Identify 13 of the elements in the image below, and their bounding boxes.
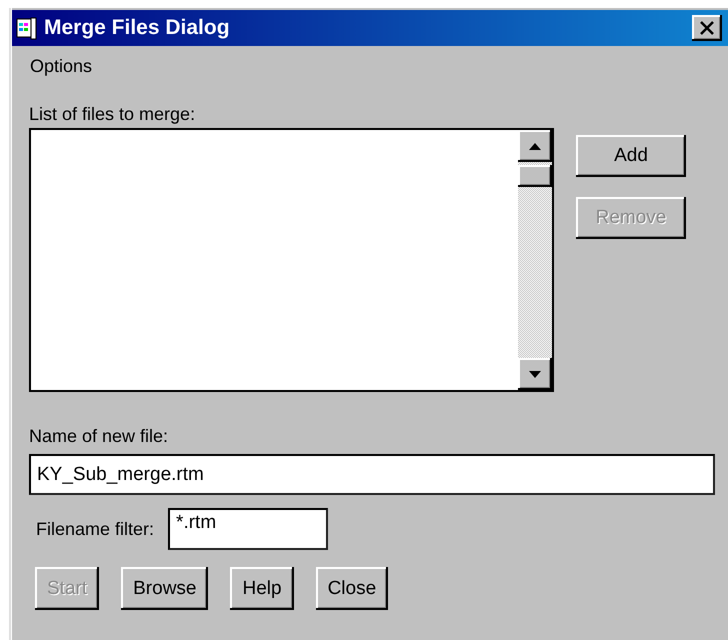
input-field[interactable]: KY_Sub_merge.rtm [29, 454, 715, 495]
action-button: Remove [576, 197, 686, 239]
input-field[interactable]: *.rtm [168, 508, 328, 550]
field-label: Name of new file: [29, 426, 170, 448]
action-button[interactable]: Browse [121, 567, 208, 610]
action-button: Start [35, 567, 100, 610]
field-label: List of files to merge: [29, 104, 196, 126]
action-button[interactable]: Add [576, 135, 686, 177]
field-label: Filename filter: [36, 518, 154, 540]
action-button[interactable]: Help [230, 567, 294, 610]
action-button[interactable]: Close [316, 567, 388, 610]
window-title: Merge Files Dialog [44, 16, 230, 40]
menu-item[interactable]: Options [30, 56, 92, 76]
